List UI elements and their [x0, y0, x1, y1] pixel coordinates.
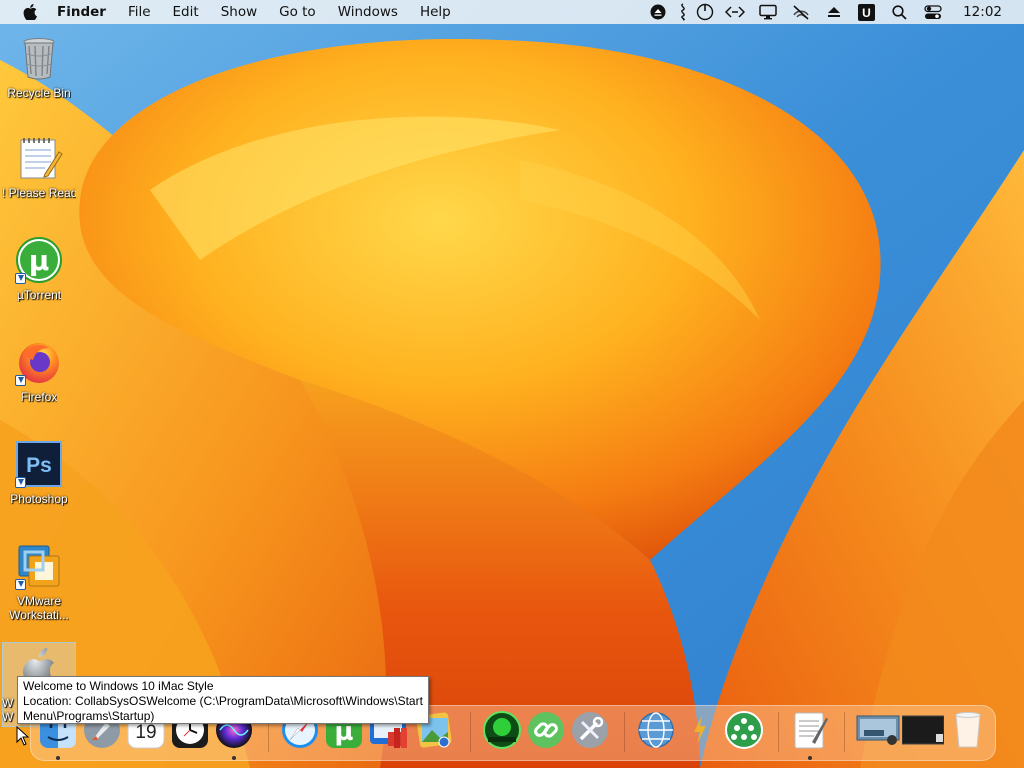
- dock-separator: [778, 712, 779, 752]
- hardwarehub-icon[interactable]: [482, 710, 522, 750]
- svg-text:U: U: [862, 6, 871, 20]
- link-icon[interactable]: [526, 710, 566, 750]
- screenshot-icon[interactable]: [856, 710, 900, 750]
- shortcut-badge-icon: [15, 273, 26, 284]
- menu-show[interactable]: Show: [210, 0, 268, 24]
- tooltip-location: Location: CollabSysOSWelcome (C:\Program…: [23, 694, 423, 708]
- desktop-icon-vmware[interactable]: VMware Workstati...: [2, 542, 76, 622]
- eject-triangle-icon[interactable]: [817, 0, 850, 24]
- desktop-icon-label: Recycle Bin: [7, 86, 71, 100]
- desktop-icon-firefox[interactable]: Firefox: [2, 338, 76, 404]
- textedit-icon[interactable]: [790, 710, 830, 750]
- tooltip-title: Welcome to Windows 10 iMac Style: [23, 679, 214, 693]
- tooltip: Welcome to Windows 10 iMac Style Locatio…: [17, 676, 429, 724]
- mouse-cursor-icon: [16, 726, 30, 746]
- audio-icon[interactable]: [674, 0, 692, 24]
- network-icon[interactable]: [724, 710, 764, 750]
- dock-separator: [624, 712, 625, 752]
- menu-app-finder[interactable]: Finder: [53, 0, 117, 24]
- apple-menu-icon[interactable]: [17, 4, 43, 20]
- vmware-icon: [15, 542, 63, 590]
- menu-help[interactable]: Help: [409, 0, 462, 24]
- svg-text:Ps: Ps: [26, 454, 52, 477]
- dock-separator: [470, 712, 471, 752]
- desktop-icon-label: VMware Workstati...: [9, 594, 69, 622]
- tools-icon[interactable]: [570, 710, 610, 750]
- calendar-day: 19: [135, 722, 157, 743]
- shortcut-badge-icon: [15, 477, 26, 488]
- desktop-icon-label: Photoshop: [10, 492, 68, 506]
- power-icon[interactable]: [692, 0, 718, 24]
- trash-dock-icon[interactable]: [948, 710, 988, 750]
- desktop-icon-label: ! Please Read!: [2, 186, 76, 200]
- u-app-icon[interactable]: U: [850, 0, 883, 24]
- code-icon[interactable]: [718, 0, 751, 24]
- globe-icon[interactable]: [636, 710, 676, 750]
- svg-text:µ: µ: [29, 244, 50, 277]
- notepad-icon: [15, 134, 63, 182]
- utorrent-icon: µ: [15, 236, 63, 284]
- desktop-icon-please-read[interactable]: ! Please Read!: [2, 134, 76, 200]
- menu-edit[interactable]: Edit: [162, 0, 210, 24]
- menu-go-to[interactable]: Go to: [268, 0, 327, 24]
- terminal-icon[interactable]: [901, 710, 945, 750]
- desktop-icon-recycle-bin[interactable]: Recycle Bin: [2, 34, 76, 100]
- photoshop-icon: Ps: [15, 440, 63, 488]
- wallpaper: [0, 0, 1024, 768]
- eject-icon[interactable]: [641, 0, 674, 24]
- running-indicator: [232, 756, 236, 760]
- mute-icon[interactable]: [784, 0, 817, 24]
- lightning-icon[interactable]: [680, 710, 720, 750]
- control-center-icon[interactable]: [916, 0, 949, 24]
- menu-windows[interactable]: Windows: [327, 0, 409, 24]
- shortcut-badge-icon: [15, 375, 26, 386]
- menu-bar: Finder File Edit Show Go to Windows Help: [0, 0, 1024, 24]
- search-icon[interactable]: [883, 0, 916, 24]
- firefox-icon: [15, 338, 63, 386]
- desktop-screen[interactable]: Finder File Edit Show Go to Windows Help: [0, 0, 1024, 768]
- dock-separator: [844, 712, 845, 752]
- running-indicator: [808, 756, 812, 760]
- running-indicator: [56, 756, 60, 760]
- shortcut-badge-icon: [15, 579, 26, 590]
- desktop-icon-label: µTorrent: [16, 288, 62, 302]
- tooltip-location-cont: Menu\Programs\Startup): [23, 709, 155, 723]
- desktop-icon-photoshop[interactable]: Ps Photoshop: [2, 440, 76, 506]
- desktop-icon-utorrent[interactable]: µ µTorrent: [2, 236, 76, 302]
- display-icon[interactable]: [751, 0, 784, 24]
- trash-icon: [15, 34, 63, 82]
- menu-file[interactable]: File: [117, 0, 162, 24]
- menu-clock[interactable]: 12:02: [949, 4, 1024, 20]
- desktop-icon-label: Firefox: [20, 390, 58, 404]
